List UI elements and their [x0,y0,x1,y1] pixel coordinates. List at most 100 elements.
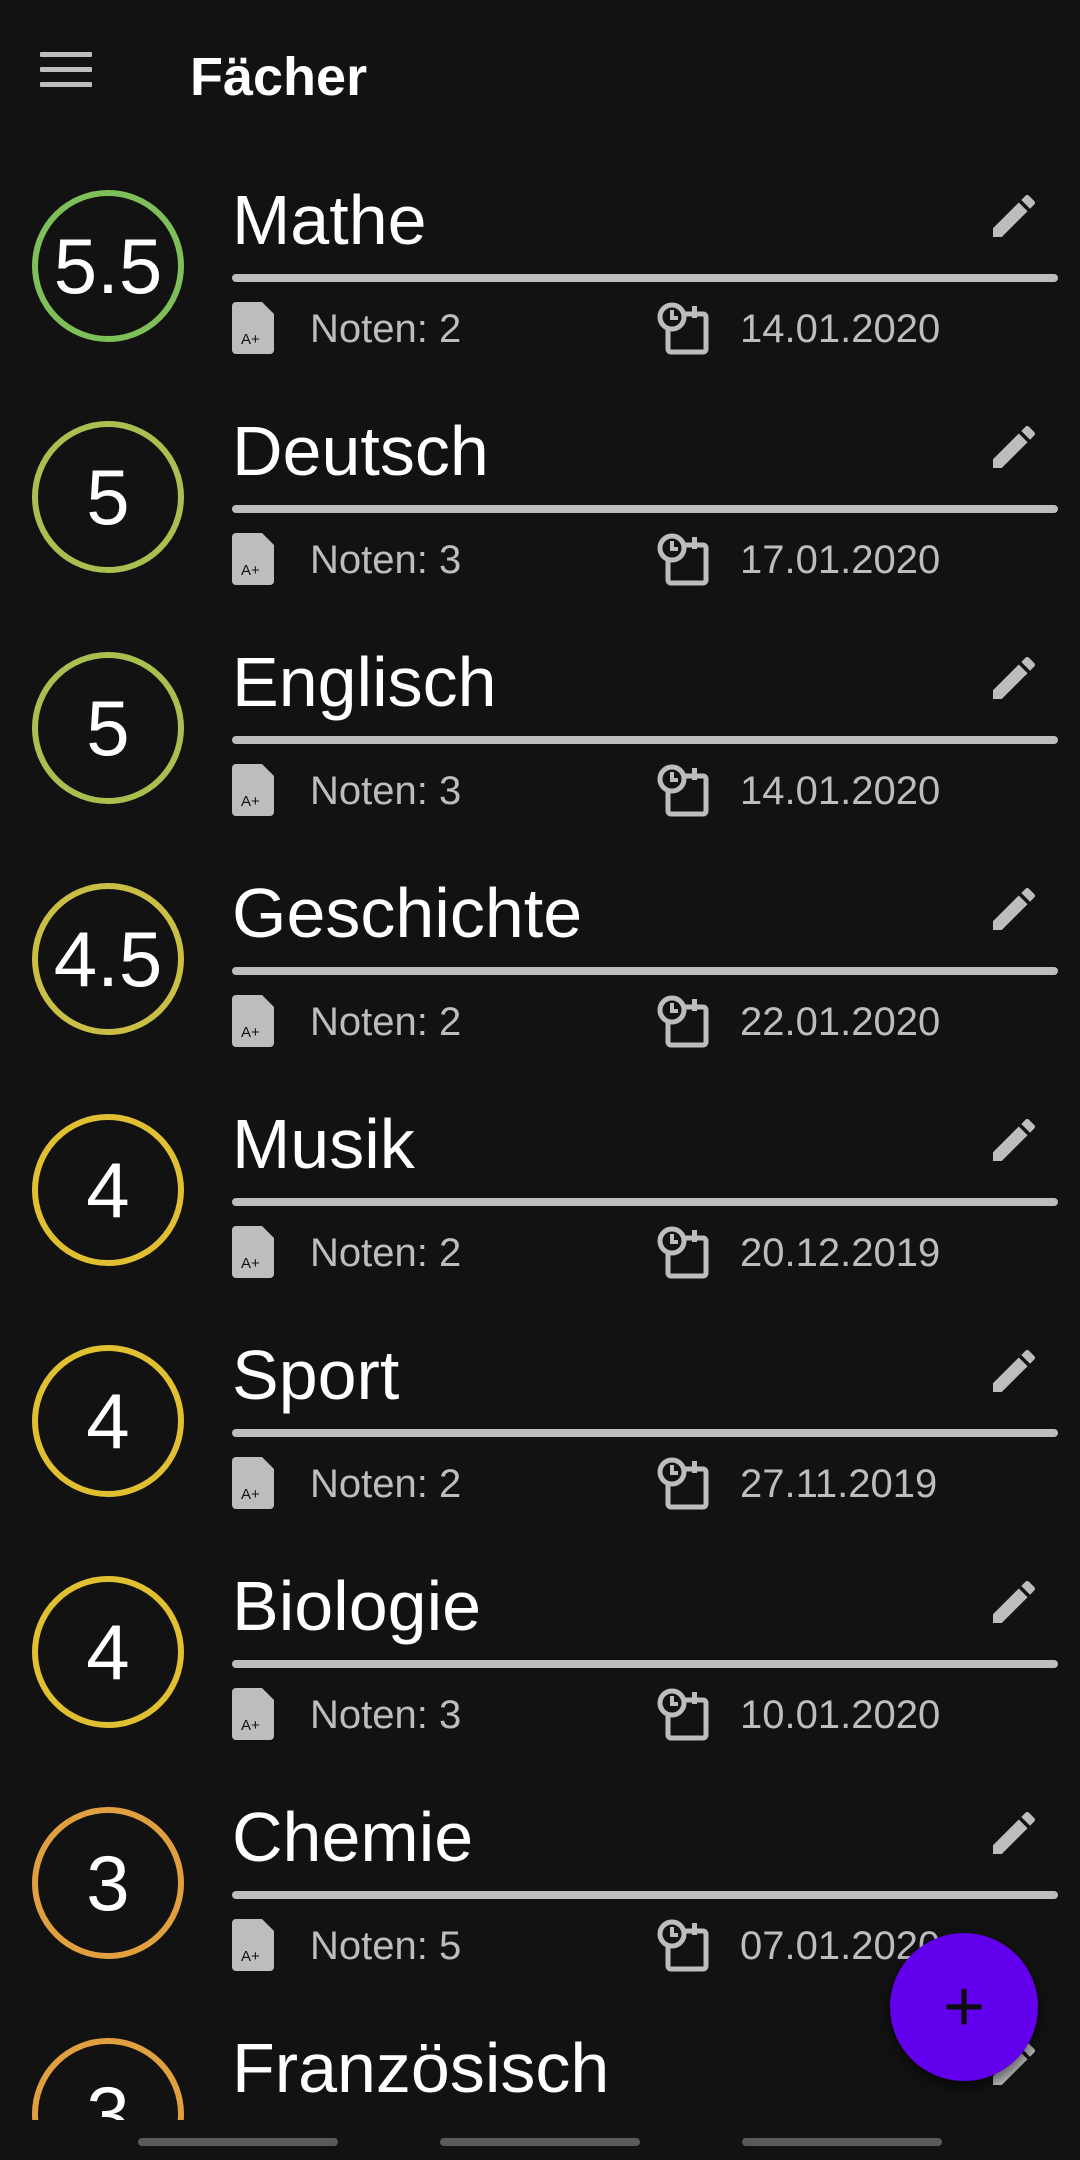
last-grade-date-icon-wrap [656,1455,712,1511]
plus-icon: + [942,1967,986,2047]
average-grade-value: 5.5 [53,222,163,310]
last-grade-date-icon-wrap [656,300,712,356]
svg-text:A+: A+ [241,1717,260,1734]
grade-count-icon-wrap: A+ [232,302,278,354]
average-grade-circle: 3 [32,1807,184,1959]
page-indicator-3[interactable] [742,2138,942,2146]
grade-count-icon-wrap: A+ [232,995,278,1047]
grade-document-icon: A+ [232,302,274,354]
grade-document-icon: A+ [232,1226,274,1278]
last-grade-date: 14.01.2020 [740,769,941,813]
average-grade-value: 5 [86,684,130,772]
app-bar: Fächer [0,0,1080,160]
grade-count-icon-wrap: A+ [232,1457,278,1509]
average-grade-circle: 4 [32,1345,184,1497]
clock-calendar-icon [657,1226,709,1279]
pencil-icon [993,194,1036,237]
subject-progress-bar [232,1198,1058,1206]
grade-count-icon-wrap: A+ [232,533,278,585]
edit-subject-button[interactable] [986,419,1042,475]
subject-name: Deutsch [232,412,489,490]
pencil-icon [993,425,1036,468]
subject-name: Sport [232,1336,400,1414]
grade-count-icon-wrap: A+ [232,1226,278,1278]
clock-calendar-icon [657,995,709,1048]
svg-text:A+: A+ [241,562,260,579]
clock-calendar-icon [657,533,709,586]
last-grade-date-icon-wrap [656,993,712,1049]
subject-name: Biologie [232,1567,482,1645]
grade-count: Noten: 3 [310,1693,462,1737]
last-grade-date-icon-wrap [656,762,712,818]
subject-progress-bar [232,967,1058,975]
last-grade-date-icon-wrap [656,1917,712,1973]
grade-count-icon-wrap: A+ [232,764,278,816]
grade-document-icon: A+ [232,764,274,816]
edit-subject-button[interactable] [986,650,1042,706]
grade-count: Noten: 2 [310,307,462,351]
average-grade-circle: 4 [32,1114,184,1266]
page-indicator-2[interactable] [440,2138,640,2146]
pencil-icon [993,887,1036,930]
pencil-icon [993,1811,1036,1854]
edit-subject-button[interactable] [986,881,1042,937]
grade-count: Noten: 2 [310,1000,462,1044]
grade-count: Noten: 2 [310,1231,462,1275]
subject-progress-bar [232,1660,1058,1668]
subject-progress-bar [232,1891,1058,1899]
edit-subject-button[interactable] [986,1112,1042,1168]
average-grade-value: 4 [86,1146,130,1234]
svg-text:A+: A+ [241,331,260,348]
grade-document-icon: A+ [232,533,274,585]
edit-subject-button[interactable] [986,1805,1042,1861]
subject-row[interactable]: 5 Englisch A+ Noten: 3 14.01.2020 [0,622,1080,853]
last-grade-date: 14.01.2020 [740,307,941,351]
grade-count-icon-wrap: A+ [232,1688,278,1740]
svg-text:A+: A+ [241,1024,260,1041]
pencil-icon [993,1580,1036,1623]
edit-subject-button[interactable] [986,188,1042,244]
bottom-indicators [0,2130,1080,2160]
grade-count: Noten: 3 [310,538,462,582]
clock-calendar-icon [657,302,709,355]
grade-document-icon: A+ [232,1457,274,1509]
average-grade-value: 4 [86,1377,130,1465]
last-grade-date: 22.01.2020 [740,1000,941,1044]
subject-row[interactable]: 4 Sport A+ Noten: 2 27.11.2019 [0,1315,1080,1546]
svg-text:A+: A+ [241,1255,260,1272]
clock-calendar-icon [657,1919,709,1972]
average-grade-value: 3 [86,1839,130,1927]
average-grade-value: 3 [86,2070,130,2120]
subject-row[interactable]: 4.5 Geschichte A+ Noten: 2 22.01.2020 [0,853,1080,1084]
average-grade-circle: 4.5 [32,883,184,1035]
subject-row[interactable]: 4 Biologie A+ Noten: 3 10.01.2020 [0,1546,1080,1777]
average-grade-circle: 5 [32,652,184,804]
edit-subject-button[interactable] [986,1574,1042,1630]
subject-name: Englisch [232,643,497,721]
clock-calendar-icon [657,1688,709,1741]
subject-progress-bar [232,505,1058,513]
subject-row[interactable]: 5.5 Mathe A+ Noten: 2 14.01.2020 [0,160,1080,391]
average-grade-circle: 5 [32,421,184,573]
average-grade-circle: 3 [32,2038,184,2120]
page-indicator-1[interactable] [138,2138,338,2146]
last-grade-date: 20.12.2019 [740,1231,941,1275]
last-grade-date: 17.01.2020 [740,538,941,582]
subject-row[interactable]: 5 Deutsch A+ Noten: 3 17.01.2020 [0,391,1080,622]
grade-document-icon: A+ [232,1688,274,1740]
average-grade-value: 5 [86,453,130,541]
grade-count: Noten: 3 [310,769,462,813]
edit-subject-button[interactable] [986,1343,1042,1399]
svg-text:A+: A+ [241,1486,260,1503]
subject-name: Mathe [232,181,427,259]
page-title: Fächer [190,47,368,107]
subject-name: Geschichte [232,874,583,952]
grade-document-icon: A+ [232,995,274,1047]
last-grade-date-icon-wrap [656,1686,712,1742]
add-subject-button[interactable]: + [890,1933,1038,2081]
subject-row[interactable]: 4 Musik A+ Noten: 2 20.12.2019 [0,1084,1080,1315]
average-grade-value: 4 [86,1608,130,1696]
menu-button[interactable] [40,50,106,104]
subject-name: Musik [232,1105,415,1183]
subject-progress-bar [232,1429,1058,1437]
